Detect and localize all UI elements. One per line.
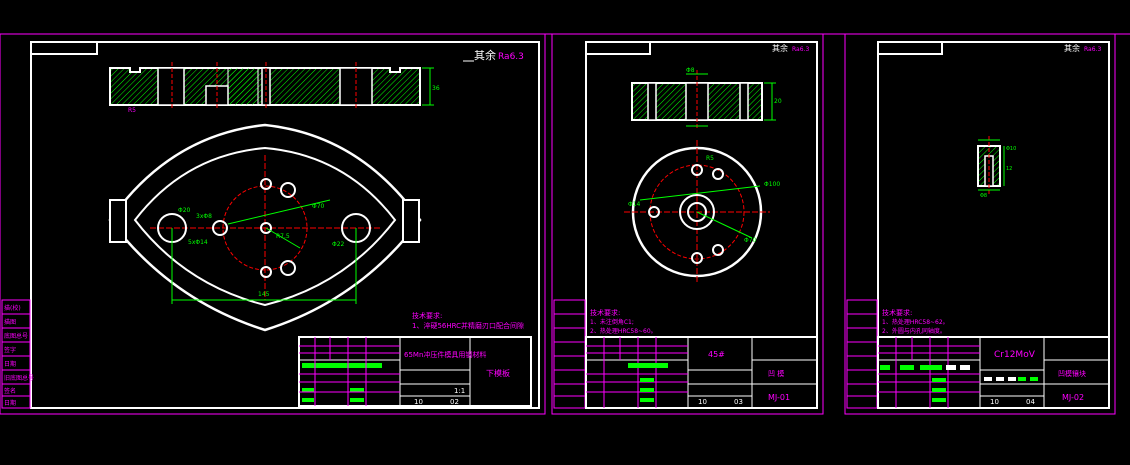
sheet-1-title-block: 65Mn冲压件模具用钢材料 下模板 1:1 10 02 [298,336,532,407]
sheet-2-title-block: 45# 凹 模 MJ-01 10 03 [585,336,818,409]
sheet-3-sidebar [846,299,878,409]
dim-label: Φ20 [178,207,191,214]
drawing-code: MJ-02 [1062,393,1084,402]
sheet-3-insert-view: Φ10 Φ8 12 [977,136,1016,199]
dim-label: Φ22 [332,241,345,248]
sheet-1: 描(校) 描图 底图总号 签字 日期 旧底图总号 签名 日期 其余 Ra6.3 [0,33,546,415]
tech-item: 2、热处理HRC58~60。 [590,327,657,335]
sheet-1-section-view: 36 R5 [109,62,440,114]
sidebar-label: 底图总号 [4,332,28,340]
dim-label: 36 [432,85,440,92]
sheet-2: 其余 Ra6.3 Φ8 20 Φ100 Φ70 Φ14 R5 技术要求: 1、未… [551,33,824,415]
dim-label: Φ10 [1006,146,1016,152]
scale-value: 1:1 [454,387,465,395]
tech-item: 1、未注倒角C1; [590,318,634,326]
sheet-no: 10 [990,398,999,406]
material-text: 45# [708,350,725,359]
roughness-value: Ra6.3 [792,46,809,53]
tech-title: 技术要求: [590,308,620,317]
sheet-total: 04 [1026,398,1035,406]
part-name: 凹模镶块 [1058,369,1086,378]
dim-label: 3xΦ8 [196,213,212,220]
dim-label: R5 [128,107,136,114]
dim-label: 5xΦ14 [188,239,208,246]
dim-label: R5 [706,155,714,162]
tech-item: 2、外圆与内孔同轴度。 [882,327,946,335]
dim-label: 20 [774,98,782,105]
dim-label: Φ70 [312,203,325,210]
dim-label: Φ14 [628,201,641,208]
dim-label: R7.5 [276,233,290,240]
tech-item: 1、热处理HRC58~62。 [882,318,949,326]
sheet-2-section-view: Φ8 20 [631,67,782,130]
drawing-code: MJ-01 [768,393,790,402]
roughness-value: Ra6.3 [1084,46,1101,53]
sheet-1-code-box [30,41,98,55]
sheet-3-title-block: Cr12MoV 凹模镶块 MJ-02 10 04 [877,336,1110,409]
material-text: Cr12MoV [994,350,1036,360]
sheet-1-sidebar: 描(校) 描图 底图总号 签字 日期 旧底图总号 签名 日期 [1,299,34,409]
sidebar-label: 签字 [4,346,16,354]
sidebar-label: 描(校) [4,304,21,312]
roughness-label: 其余 [1064,43,1080,53]
material-text: 65Mn冲压件模具用钢材料 [404,350,486,359]
sheet-2-plan-view: Φ100 Φ70 Φ14 R5 [624,140,780,284]
sidebar-label: 旧底图总号 [4,374,34,382]
sheet-total: 02 [450,398,459,406]
sheet-no: 10 [698,398,707,406]
sheet-total: 03 [734,398,743,406]
sidebar-label: 签名 [4,387,16,395]
dim-label: Φ100 [764,181,780,188]
sidebar-label: 描图 [4,318,16,326]
cad-drawing-canvas: 描(校) 描图 底图总号 签字 日期 旧底图总号 签名 日期 其余 Ra6.3 [0,33,1130,415]
dim-label: Φ70 [744,237,757,244]
sheet-no: 10 [414,398,423,406]
roughness-label: 其余 [772,43,788,53]
tech-item: 1、淬硬56HRC并精磨刃口配合间隙 [412,321,524,330]
sheet-1-plan-view: Φ20 3xΦ8 5xΦ14 Φ70 R7.5 Φ22 145 [108,123,422,332]
dim-label: 145 [258,291,270,298]
sidebar-label: 日期 [4,399,16,407]
tech-title: 技术要求: [412,311,442,320]
dim-label: Φ8 [980,193,987,199]
part-name: 下模板 [486,368,510,378]
sidebar-label: 日期 [4,360,16,368]
roughness-label: 其余 [474,48,496,62]
dim-label: 12 [1006,166,1012,172]
part-name: 凹 模 [768,369,784,378]
dim-label: Φ8 [686,67,695,74]
sheet-3: 其余 Ra6.3 Φ10 Φ8 12 技术要求: 1、热处理HRC58~62。 … [844,33,1116,415]
roughness-value: Ra6.3 [498,52,524,62]
sheet-2-sidebar [553,299,586,409]
tech-title: 技术要求: [882,308,912,317]
